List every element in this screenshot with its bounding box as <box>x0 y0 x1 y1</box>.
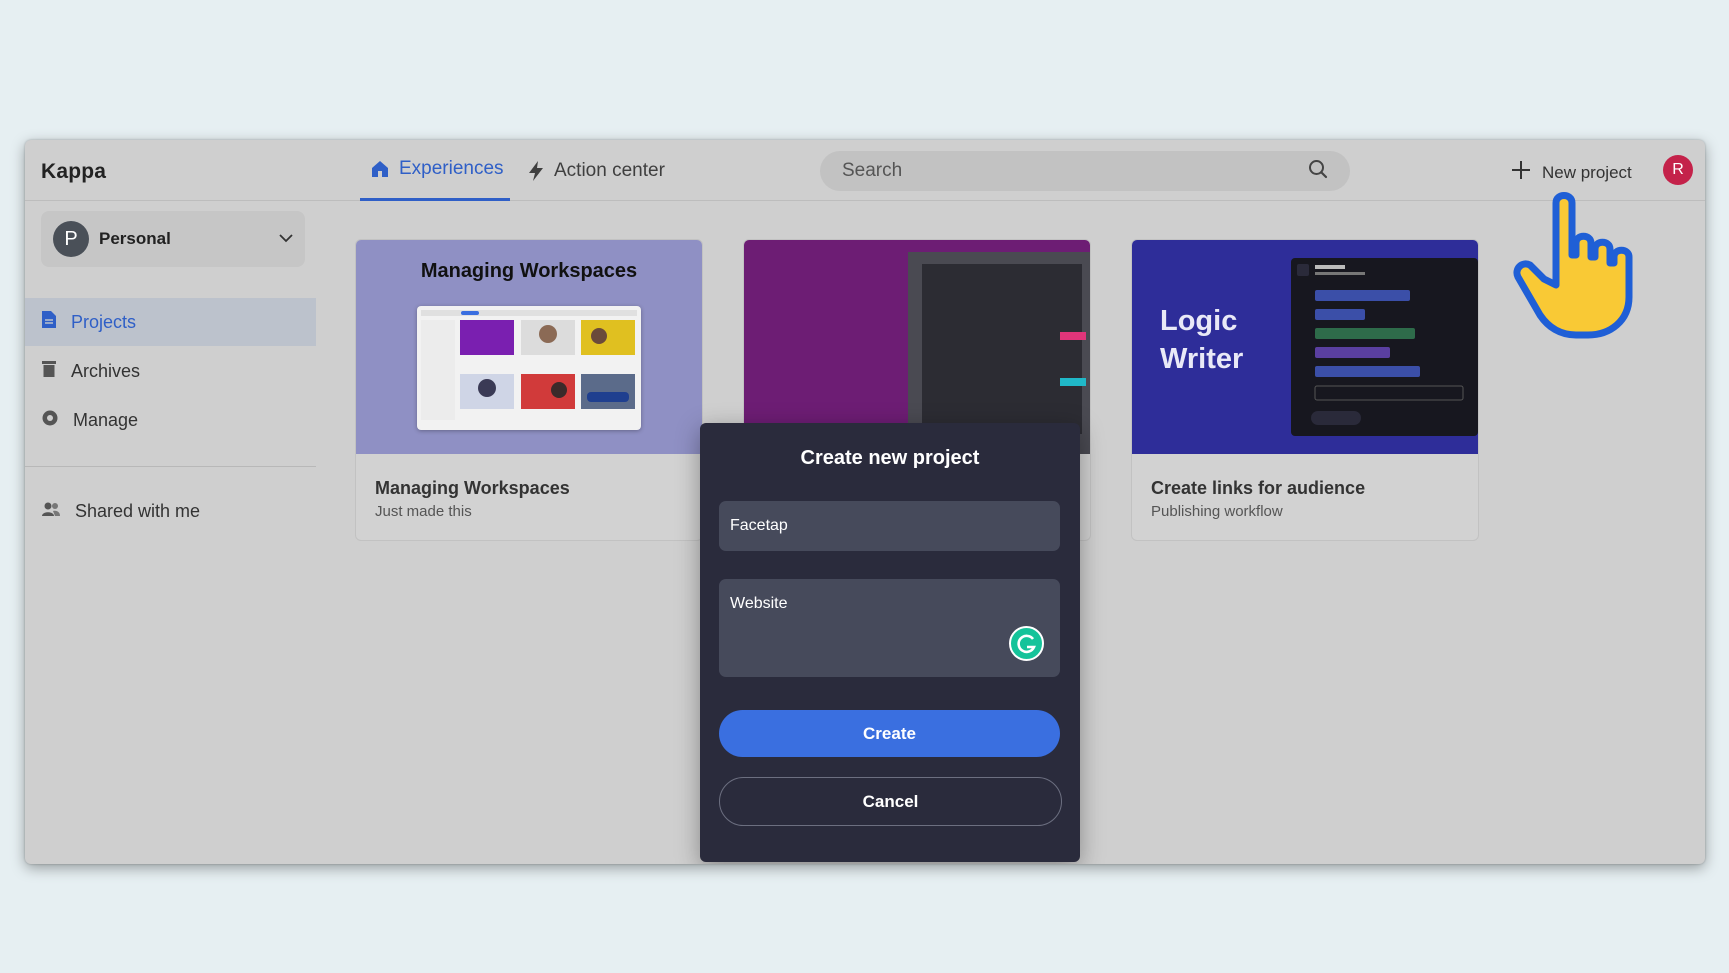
card-subtitle: Just made this <box>375 503 472 520</box>
workspace-selector[interactable]: P Personal <box>41 211 305 267</box>
tab-experiences[interactable]: Experiences <box>360 140 510 201</box>
sidebar-item-projects[interactable]: Projects <box>25 298 316 346</box>
search-input[interactable] <box>842 160 1282 182</box>
create-button[interactable]: Create <box>719 710 1060 757</box>
thumbnail-screenshot <box>417 306 641 430</box>
card-subtitle: Publishing workflow <box>1151 503 1283 520</box>
card-title: Create links for audience <box>1151 478 1366 498</box>
user-avatar[interactable]: R <box>1663 155 1693 185</box>
thumbnail-heading: Logic Writer <box>1160 305 1244 375</box>
card-thumbnail <box>744 240 1090 454</box>
card-thumbnail: Managing Workspaces <box>356 240 702 454</box>
pointer-hand-icon <box>1510 185 1650 345</box>
app-logo: Kappa <box>41 160 107 183</box>
card-title: Managing Workspaces <box>375 478 570 498</box>
workspace-label: Personal <box>99 229 171 248</box>
users-icon <box>41 501 61 522</box>
new-project-label: New project <box>1542 162 1632 182</box>
tab-experiences-label: Experiences <box>399 158 504 179</box>
top-bar: Kappa Experiences Action center New proj… <box>25 140 1705 201</box>
grammarly-icon[interactable] <box>1009 626 1044 661</box>
new-project-button[interactable]: New project <box>1510 159 1632 186</box>
document-icon <box>41 310 57 334</box>
sidebar-item-label: Archives <box>71 360 141 381</box>
sidebar-item-manage[interactable]: Manage <box>25 396 316 444</box>
project-card[interactable]: Logic Writer Create links for audience P… <box>1131 239 1479 541</box>
search-icon[interactable] <box>1308 159 1328 184</box>
gear-icon <box>41 409 59 432</box>
home-icon <box>370 159 390 179</box>
project-description-field[interactable]: Website <box>719 579 1060 677</box>
sidebar-item-label: Shared with me <box>75 500 201 521</box>
card-thumbnail: Logic Writer <box>1132 240 1478 454</box>
chevron-down-icon <box>279 230 293 248</box>
search-bar[interactable] <box>820 151 1350 191</box>
dialog-title: Create new project <box>800 447 980 469</box>
sidebar-item-shared[interactable]: Shared with me <box>25 487 316 535</box>
lightning-icon <box>527 160 545 182</box>
thumbnail-screenshot <box>1291 258 1478 436</box>
description-text: Website <box>730 595 788 612</box>
plus-icon <box>1510 159 1532 186</box>
sidebar-divider <box>25 466 316 467</box>
trash-icon <box>41 359 57 383</box>
sidebar-item-label: Projects <box>71 311 137 332</box>
project-card[interactable]: Managing Workspaces Managing Workspaces … <box>355 239 703 541</box>
project-name-field[interactable]: Facetap <box>719 501 1060 551</box>
create-project-dialog: Create new project Facetap Website Creat… <box>700 423 1080 862</box>
sidebar-item-archives[interactable]: Archives <box>25 347 316 395</box>
sidebar-item-label: Manage <box>73 409 139 430</box>
app-window: Kappa Experiences Action center New proj… <box>25 140 1705 864</box>
tab-action-center-label: Action center <box>554 159 665 181</box>
cancel-button[interactable]: Cancel <box>719 777 1062 826</box>
workspace-avatar: P <box>53 221 89 257</box>
tab-action-center[interactable]: Action center <box>517 140 675 201</box>
thumbnail-heading: Managing Workspaces <box>420 260 638 282</box>
